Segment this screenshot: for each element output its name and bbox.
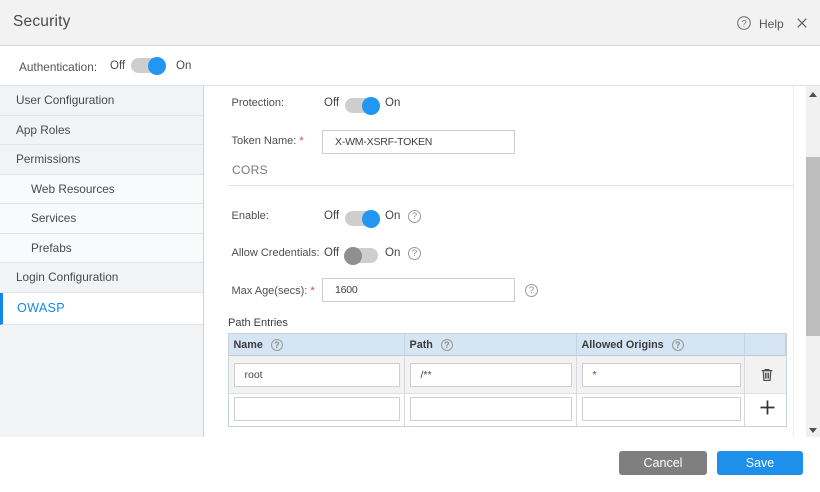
svg-text:?: ? [741, 18, 746, 29]
